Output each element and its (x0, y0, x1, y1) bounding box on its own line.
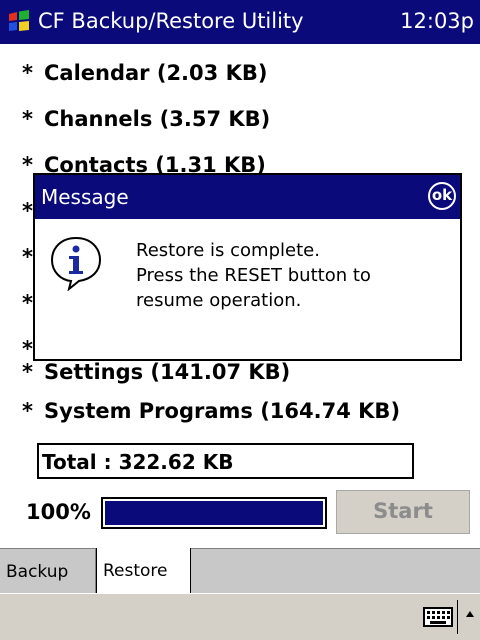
list-item: * Settings (141.07 KB) (22, 360, 291, 384)
windows-flag-icon[interactable] (6, 8, 32, 34)
progress-percent: 100% (26, 500, 91, 524)
keyboard-icon[interactable] (423, 606, 453, 628)
dialog-title: Message (41, 185, 129, 209)
message-line: Restore is complete. (136, 240, 320, 261)
tab-backup[interactable]: Backup (0, 549, 96, 593)
app-title: CF Backup/Restore Utility (38, 9, 304, 33)
progress-fill (105, 501, 323, 525)
sip-divider (457, 600, 458, 634)
total-label: Total : 322.62 KB (42, 450, 234, 474)
list-item: * System Programs (164.74 KB) (22, 399, 401, 423)
tab-restore[interactable]: Restore (96, 548, 191, 593)
up-arrow-icon[interactable] (465, 609, 475, 621)
dialog-title-bar: Message ok (35, 175, 460, 219)
message-dialog: Message ok Restore is complete. Press th… (33, 173, 462, 361)
tab-bar: Backup Restore (0, 548, 480, 593)
list-item: * Channels (3.57 KB) (22, 107, 271, 131)
message-line: Press the RESET button to (136, 265, 371, 286)
list-item: * Calendar (2.03 KB) (22, 61, 268, 85)
clock[interactable]: 12:03p (400, 9, 474, 33)
message-line: resume operation. (136, 290, 302, 311)
title-bar: CF Backup/Restore Utility 12:03p (0, 0, 480, 44)
menu-bar (0, 593, 480, 640)
ok-button[interactable]: ok (428, 182, 456, 210)
dialog-message: Restore is complete. Press the RESET but… (136, 238, 371, 313)
info-icon (50, 236, 102, 291)
progress-bar (101, 497, 327, 529)
start-button[interactable]: Start (336, 490, 470, 534)
total-field: Total : 322.62 KB (37, 443, 414, 479)
